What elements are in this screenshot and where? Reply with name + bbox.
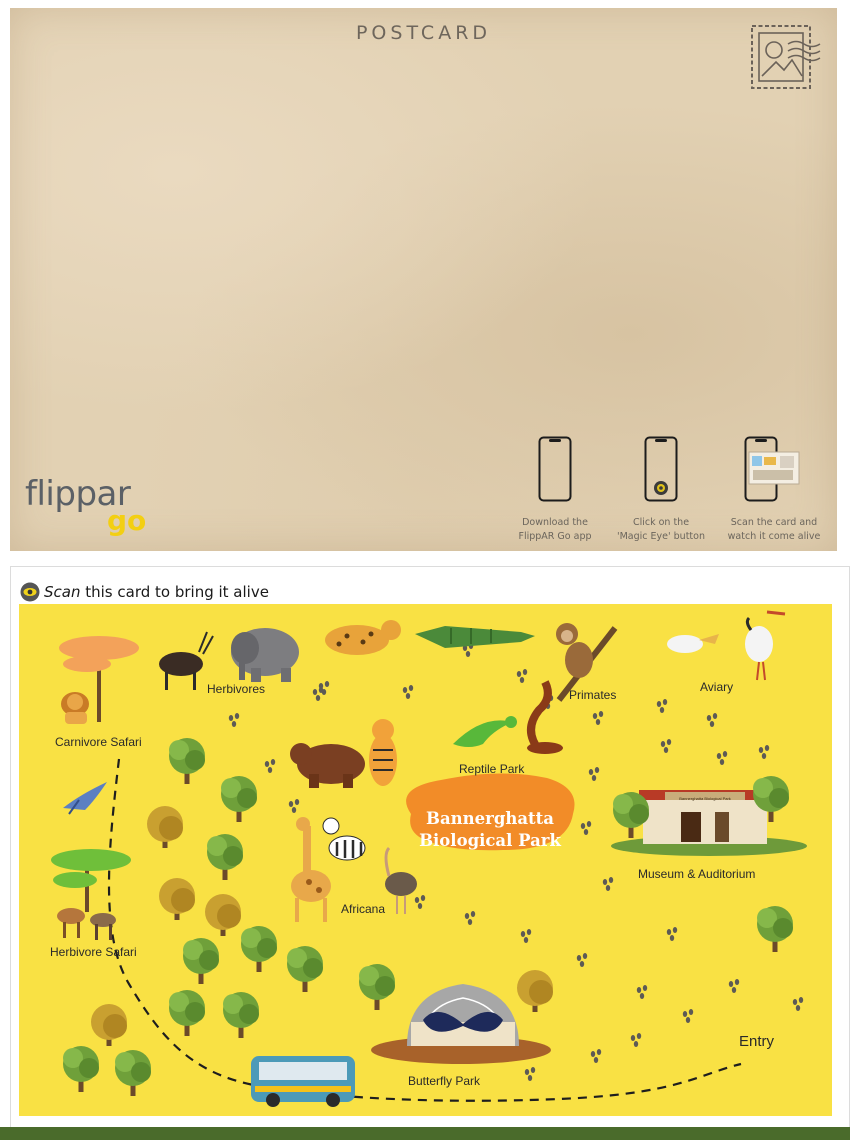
label-aviary: Aviary — [700, 680, 734, 694]
label-museum: Museum & Auditorium — [638, 867, 756, 881]
logo-suffix: go — [107, 504, 147, 537]
postcard-title: POSTCARD — [355, 22, 492, 44]
magic-eye-icon — [20, 582, 40, 602]
label-entry: Entry — [739, 1033, 775, 1050]
scan-emphasis: Scan — [44, 583, 81, 601]
label-africana: Africana — [341, 902, 386, 916]
step-2-line-2: 'Magic Eye' button — [617, 531, 705, 542]
step-scan-card: Scan the card and watch it come alive — [719, 436, 829, 544]
step-download: Download the FlippAR Go app — [500, 436, 610, 544]
label-herbivore-safari: Herbivore Safari — [50, 945, 137, 959]
phone-magic-eye-icon — [644, 436, 678, 502]
museum-sign: Bannerghatta Biological Park — [679, 796, 731, 801]
foliage-strip — [0, 1127, 850, 1140]
postcard-back: POSTCARD flippar go Download the FlippAR… — [10, 8, 837, 551]
stamp-icon — [751, 25, 821, 89]
label-primates: Primates — [569, 688, 617, 702]
step-2-line-1: Click on the — [632, 517, 690, 528]
phone-scan-card-icon — [744, 436, 800, 502]
label-carnivore-safari: Carnivore Safari — [55, 735, 142, 749]
flippar-go-logo: flippar go — [25, 474, 155, 542]
park-map: Carnivore Safari Herbivores Primates Avi… — [19, 604, 832, 1116]
step-3-line-1: Scan the card and — [730, 517, 818, 528]
scan-rest: this card to bring it alive — [80, 583, 269, 601]
park-name-line-1: Bannerghatta — [426, 809, 554, 828]
step-1-line-1: Download the — [522, 517, 588, 528]
park-name-line-2: Biological Park — [419, 831, 561, 850]
park-name-sign: Bannerghatta Biological Park — [395, 808, 585, 852]
label-butterfly-park: Butterfly Park — [408, 1074, 481, 1088]
scan-instruction: Scan this card to bring it alive — [44, 583, 269, 601]
step-1-line-2: FlippAR Go app — [518, 531, 592, 542]
step-3-line-2: watch it come alive — [727, 531, 821, 542]
scan-banner: Scan this card to bring it alive — [20, 581, 269, 603]
label-herbivores: Herbivores — [207, 682, 266, 696]
phone-icon — [538, 436, 572, 502]
label-reptile-park: Reptile Park — [459, 762, 525, 776]
step-magic-eye: Click on the 'Magic Eye' button — [606, 436, 716, 544]
